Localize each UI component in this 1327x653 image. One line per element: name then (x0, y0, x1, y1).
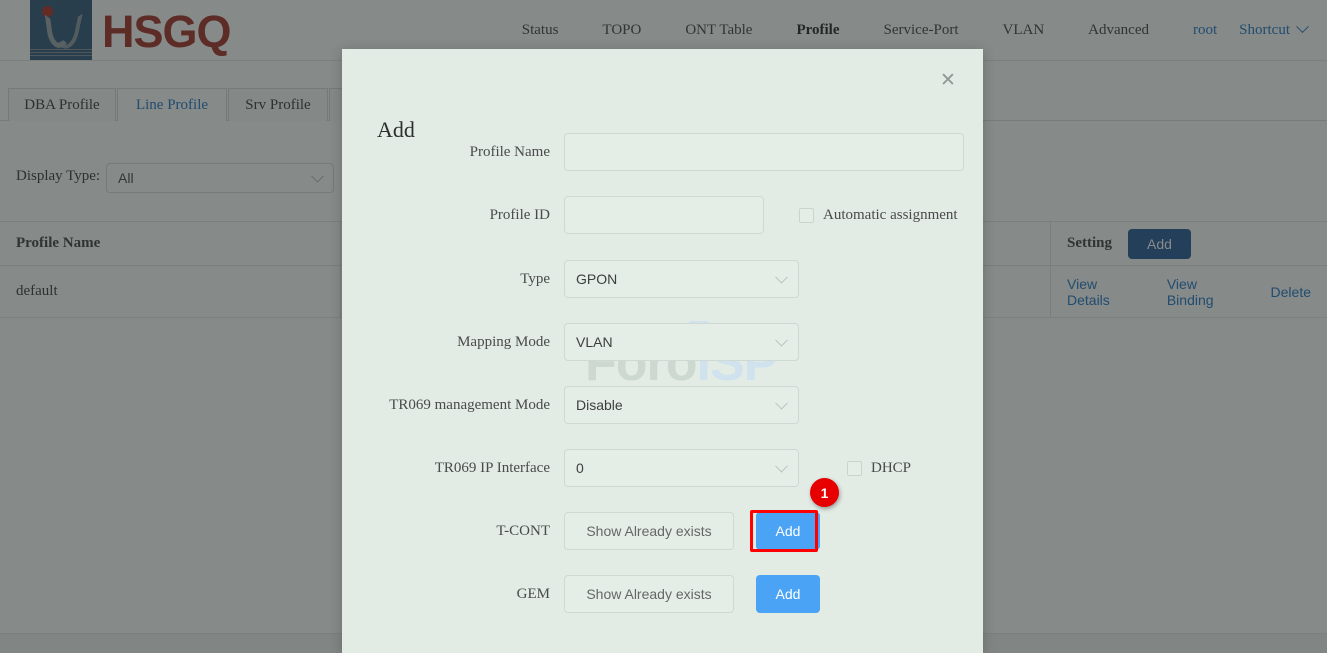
tr069-management-mode-select[interactable]: Disable (564, 386, 799, 424)
gem-show-already-exists-button[interactable]: Show Already exists (564, 575, 734, 613)
tcont-add-button[interactable]: Add (756, 512, 820, 550)
label-profile-id: Profile ID (489, 206, 550, 223)
field-row-gem: GEM Show Already exists Add (342, 575, 983, 613)
field-row-tr069-management-mode: TR069 management Mode Disable (342, 386, 983, 424)
chevron-down-icon (775, 459, 788, 473)
gem-add-button[interactable]: Add (756, 575, 820, 613)
tr069-management-mode-value: Disable (576, 397, 623, 413)
step-badge-1: 1 (810, 478, 839, 507)
field-row-tr069-ip-interface: TR069 IP Interface 0 DHCP (342, 449, 983, 487)
label-type: Type (520, 270, 550, 287)
label-gem: GEM (516, 585, 550, 602)
label-tcont: T-CONT (496, 522, 550, 539)
chevron-down-icon (775, 396, 788, 410)
automatic-assignment-checkbox[interactable]: Automatic assignment (799, 207, 958, 224)
chevron-down-icon (775, 270, 788, 284)
tr069-ip-interface-value: 0 (576, 460, 584, 476)
profile-name-input[interactable] (564, 133, 964, 171)
mapping-mode-select[interactable]: VLAN (564, 323, 799, 361)
type-select[interactable]: GPON (564, 260, 799, 298)
checkbox-box-icon (799, 207, 814, 223)
label-profile-name: Profile Name (469, 143, 550, 160)
field-row-type: Type GPON (342, 260, 983, 298)
field-row-mapping-mode: Mapping Mode VLAN (342, 323, 983, 361)
type-select-value: GPON (576, 271, 618, 287)
add-line-profile-modal: Add ✕ ForoISP Profile Name Profile ID Au… (342, 49, 983, 653)
automatic-assignment-label: Automatic assignment (823, 206, 958, 223)
label-tr069-ip-interface: TR069 IP Interface (434, 459, 550, 476)
tr069-ip-interface-select[interactable]: 0 (564, 449, 799, 487)
dhcp-label: DHCP (871, 459, 912, 476)
checkbox-box-icon (847, 460, 862, 476)
mapping-mode-select-value: VLAN (576, 334, 613, 350)
field-row-profile-id: Profile ID Automatic assignment (342, 196, 983, 234)
field-row-profile-name: Profile Name (342, 133, 983, 171)
dhcp-checkbox[interactable]: DHCP (847, 460, 911, 477)
label-tr069-management-mode: TR069 management Mode (389, 396, 550, 413)
chevron-down-icon (775, 333, 788, 347)
tcont-show-already-exists-button[interactable]: Show Already exists (564, 512, 734, 550)
label-mapping-mode: Mapping Mode (457, 333, 550, 350)
close-icon[interactable]: ✕ (935, 67, 961, 93)
profile-id-input[interactable] (564, 196, 764, 234)
field-row-tcont: T-CONT Show Already exists Add (342, 512, 983, 550)
